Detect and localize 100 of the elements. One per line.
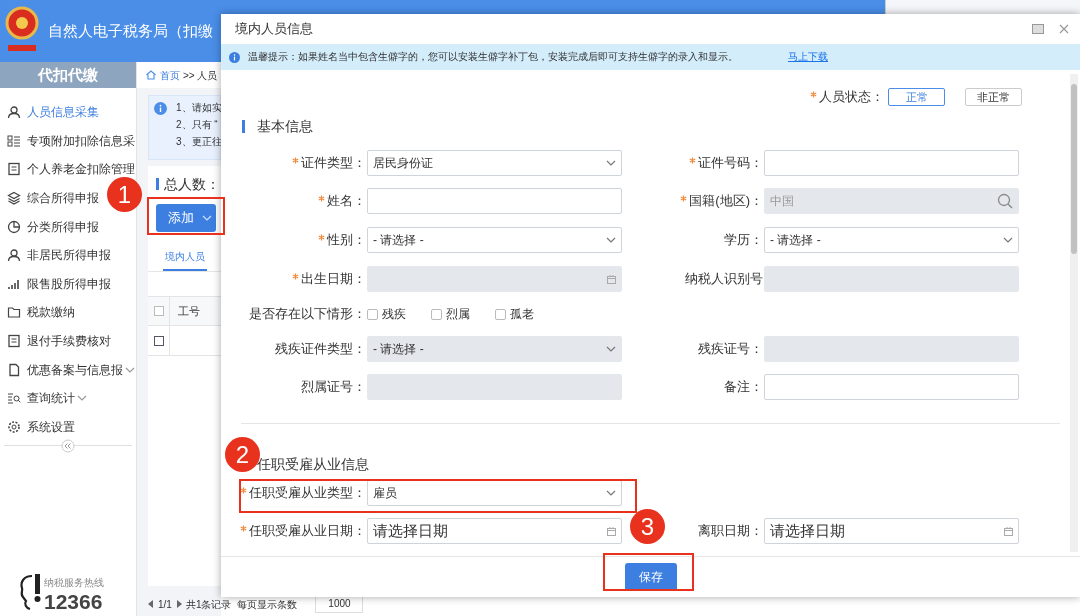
notice-text: 1、请如实 bbox=[176, 101, 221, 115]
field-label: 证件号码： bbox=[698, 154, 763, 173]
dropdown[interactable]: - 请选择 - bbox=[367, 227, 622, 253]
field-label: 出生日期： bbox=[301, 270, 366, 289]
field-label: 任职受雇从业类型： bbox=[249, 484, 366, 503]
checkbox[interactable] bbox=[495, 308, 506, 320]
hotline-label: 纳税服务热线 bbox=[44, 578, 104, 588]
text-field[interactable] bbox=[764, 374, 1019, 400]
field-label: 是否存在以下情形： bbox=[249, 305, 366, 324]
sidebar-item[interactable]: 非居民所得申报 bbox=[0, 240, 111, 270]
total-count-label: 总人数： bbox=[164, 174, 220, 194]
hotline-number: 12366 bbox=[44, 591, 104, 612]
person-icon bbox=[7, 105, 21, 120]
sidebar-item[interactable]: 查询统计 bbox=[0, 383, 87, 413]
breadcrumb-text: >> 人员 bbox=[183, 68, 218, 83]
checkbox-label: 残疾 bbox=[382, 306, 406, 323]
chevron-down-icon bbox=[606, 346, 616, 352]
column-header: 工号 bbox=[177, 303, 200, 319]
checkbox[interactable] bbox=[367, 308, 378, 320]
status-option[interactable]: 非正常 bbox=[965, 88, 1022, 106]
date-field[interactable]: 请选择日期 bbox=[764, 518, 1019, 544]
field-label: 离职日期： bbox=[698, 522, 763, 541]
calendar-icon bbox=[607, 526, 616, 536]
document-icon bbox=[7, 334, 21, 349]
chevron-down-icon bbox=[1003, 237, 1013, 243]
text-field[interactable] bbox=[367, 188, 622, 214]
field-label: 任职受雇从业日期： bbox=[249, 522, 366, 541]
record-count: 共1条记录 bbox=[185, 597, 232, 612]
field-label: 学历： bbox=[724, 231, 763, 250]
page-icon bbox=[7, 362, 21, 377]
chevron-down-icon bbox=[606, 160, 616, 166]
dropdown[interactable]: - 请选择 - bbox=[764, 227, 1019, 253]
document-icon bbox=[7, 162, 21, 177]
field-label: 残疾证件类型： bbox=[275, 340, 366, 359]
sidebar-item[interactable]: 系统设置 bbox=[0, 412, 75, 442]
add-button[interactable]: 添加 bbox=[156, 204, 216, 232]
collapse-icon bbox=[61, 439, 75, 454]
next-icon bbox=[175, 600, 182, 608]
text-field[interactable] bbox=[764, 150, 1019, 176]
download-link[interactable]: 马上下载 bbox=[788, 49, 828, 65]
dialog-title: 境内人员信息 bbox=[235, 20, 313, 39]
field-label: 备注： bbox=[724, 378, 763, 397]
scrollbar[interactable] bbox=[1070, 74, 1078, 552]
page-size-label: 每页显示条数 bbox=[237, 597, 298, 612]
field-label: 残疾证号： bbox=[698, 340, 763, 359]
status-option[interactable]: 正常 bbox=[888, 88, 945, 106]
sidebar-header: 代扣代缴 bbox=[0, 62, 136, 88]
page-number: 1/1 bbox=[158, 597, 172, 612]
field-label: 国籍(地区)： bbox=[689, 192, 763, 211]
field-label: 性别： bbox=[327, 231, 366, 250]
previous-icon bbox=[148, 600, 154, 608]
field-label: 烈属证号： bbox=[301, 378, 366, 397]
maximize-button[interactable] bbox=[1032, 24, 1044, 34]
info-icon bbox=[229, 51, 240, 63]
sidebar-item[interactable]: 综合所得申报 bbox=[0, 183, 99, 213]
list-icon bbox=[7, 133, 21, 148]
close-button[interactable] bbox=[1058, 23, 1070, 35]
sidebar-item[interactable]: 分类所得申报 bbox=[0, 212, 99, 241]
sidebar-item[interactable]: 税款缴纳 bbox=[0, 298, 75, 327]
pie-chart-icon bbox=[7, 219, 21, 234]
chevron-down-icon bbox=[125, 366, 135, 373]
sidebar-item[interactable]: 专项附加扣除信息采 bbox=[0, 126, 135, 156]
sidebar-item[interactable]: 人员信息采集 bbox=[0, 98, 99, 127]
dropdown[interactable]: 雇员 bbox=[367, 480, 622, 506]
chevron-down-icon bbox=[606, 237, 616, 243]
field-label: 姓名： bbox=[327, 192, 366, 211]
checkbox[interactable] bbox=[153, 335, 164, 346]
scrollbar-thumb[interactable] bbox=[1071, 84, 1077, 254]
close-icon bbox=[1059, 24, 1069, 34]
checkbox-label: 烈属 bbox=[446, 306, 470, 323]
sidebar-item[interactable]: 退付手续费核对 bbox=[0, 326, 111, 356]
dropdown[interactable]: 居民身份证 bbox=[367, 150, 622, 176]
tab[interactable]: 境内人员 bbox=[163, 243, 207, 271]
app-title: 自然人电子税务局（扣缴 bbox=[48, 20, 213, 41]
checkbox[interactable] bbox=[431, 308, 442, 320]
save-button[interactable]: 保存 bbox=[624, 563, 677, 591]
checkbox[interactable] bbox=[153, 306, 164, 316]
field-label: 人员状态： bbox=[819, 88, 884, 107]
field-label: 证件类型： bbox=[301, 154, 366, 173]
person-icon bbox=[7, 248, 21, 263]
sidebar-item[interactable]: 限售股所得申报 bbox=[0, 269, 111, 299]
checkbox-label: 孤老 bbox=[510, 306, 534, 323]
info-icon bbox=[154, 102, 167, 115]
breadcrumb-link[interactable]: 首页 bbox=[160, 67, 180, 83]
query-icon bbox=[7, 391, 21, 406]
section-title: 基本信息 bbox=[257, 116, 313, 136]
section-marker bbox=[242, 119, 245, 133]
calendar-icon bbox=[607, 274, 616, 284]
date-field[interactable]: 请选择日期 bbox=[367, 518, 622, 544]
search-icon bbox=[997, 193, 1013, 209]
chevron-down-icon bbox=[606, 490, 616, 496]
calendar-icon bbox=[1004, 526, 1013, 536]
folder-icon bbox=[7, 305, 21, 320]
notice-text: 温馨提示：如果姓名当中包含生僻字的，您可以安装生僻字补丁包，安装完成后即可支持生僻字的录入和显示。 bbox=[248, 49, 738, 64]
home-icon bbox=[145, 69, 157, 81]
notice-text: 3、更正往 bbox=[176, 135, 221, 149]
settings-icon bbox=[7, 419, 21, 434]
chevron-down-icon bbox=[77, 395, 87, 402]
field-label: 纳税人识别号 bbox=[685, 270, 763, 289]
sidebar-item[interactable]: 优惠备案与信息报 bbox=[0, 355, 135, 384]
